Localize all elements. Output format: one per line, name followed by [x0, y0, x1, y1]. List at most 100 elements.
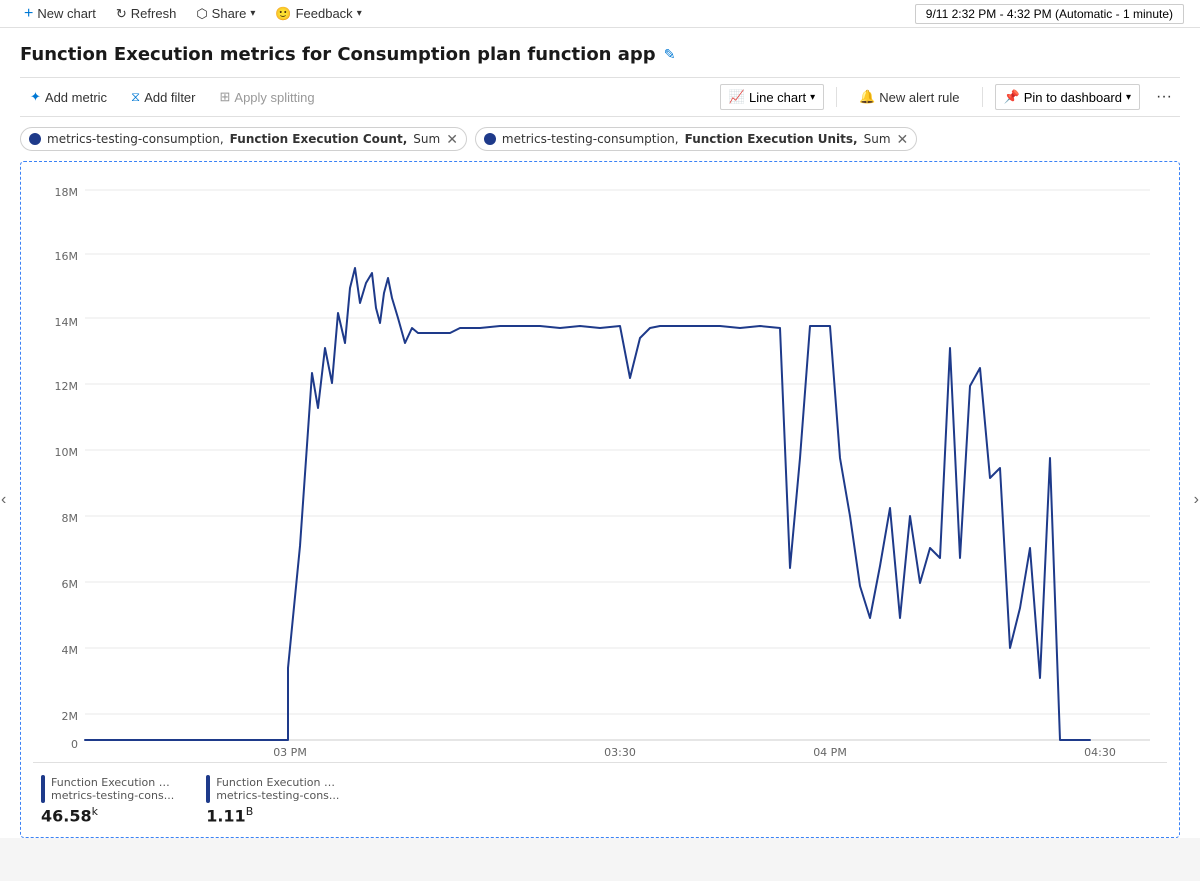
- svg-text:0: 0: [71, 738, 78, 751]
- refresh-label: Refresh: [131, 6, 177, 21]
- toolbar-divider: [836, 87, 837, 107]
- split-icon: ⊞: [220, 89, 231, 105]
- metric-tag-2: metrics-testing-consumption, Function Ex…: [475, 127, 917, 151]
- chart-nav-left[interactable]: ‹: [1, 491, 6, 509]
- svg-text:14M: 14M: [55, 316, 79, 329]
- svg-text:03:30: 03:30: [604, 746, 636, 758]
- apply-splitting-button[interactable]: ⊞ Apply splitting: [210, 85, 325, 109]
- bell-icon: 🔔: [859, 89, 875, 105]
- toolbar-divider-2: [982, 87, 983, 107]
- share-chevron-icon: ▾: [250, 8, 255, 19]
- legend-color-bar-2: [206, 775, 210, 803]
- svg-text:6M: 6M: [62, 578, 79, 591]
- page-container: Function Execution metrics for Consumpti…: [0, 28, 1200, 838]
- svg-text:12M: 12M: [55, 380, 79, 393]
- legend-value-unit-1: k: [92, 805, 98, 818]
- edit-icon[interactable]: ✎: [664, 47, 676, 63]
- apply-splitting-label: Apply splitting: [234, 90, 314, 105]
- chart-svg: 18M 16M 14M 12M 10M 8M 6M 4M 2M 0: [33, 178, 1167, 758]
- line-chart-icon: 📈: [729, 89, 745, 105]
- add-metric-icon: ✦: [30, 89, 41, 105]
- metric-tag-suffix-2: Sum: [864, 132, 891, 146]
- svg-text:2M: 2M: [62, 710, 79, 723]
- svg-text:10M: 10M: [55, 446, 79, 459]
- chart-type-chevron-icon: ▾: [810, 92, 815, 103]
- metric-tag-close-2[interactable]: ✕: [897, 132, 909, 146]
- new-alert-label: New alert rule: [879, 90, 959, 105]
- legend-color-bar-1: [41, 775, 45, 803]
- metric-tag-name-1: Function Execution Count,: [230, 132, 408, 146]
- chart-container: ‹ › 18M 16M 14M 12M 10M 8M 6M 4M 2M 0: [20, 161, 1180, 838]
- legend-value-2: 1.11B: [206, 805, 339, 825]
- toolbar-right: 📈 Line chart ▾ 🔔 New alert rule 📌 Pin to…: [720, 84, 1180, 110]
- add-metric-button[interactable]: ✦ Add metric: [20, 85, 117, 109]
- legend-labels-2: Function Execution U... metrics-testing-…: [216, 776, 339, 802]
- metric-tag-icon-2: [484, 133, 496, 145]
- legend-value-number-2: 1.11: [206, 806, 245, 825]
- share-icon: ⬡: [196, 6, 207, 22]
- time-range-label: 9/11 2:32 PM - 4:32 PM (Automatic - 1 mi…: [926, 7, 1173, 21]
- refresh-button[interactable]: ↻ Refresh: [108, 4, 184, 24]
- chart-nav-right[interactable]: ›: [1194, 491, 1199, 509]
- metric-tag-icon-1: [29, 133, 41, 145]
- legend-item-2-header: Function Execution U... metrics-testing-…: [206, 775, 339, 803]
- toolbar: ✦ Add metric ⧖ Add filter ⊞ Apply splitt…: [20, 77, 1180, 117]
- chart-type-button[interactable]: 📈 Line chart ▾: [720, 84, 824, 110]
- svg-text:04:30: 04:30: [1084, 746, 1116, 758]
- legend-sub-1: metrics-testing-cons...: [51, 789, 174, 802]
- legend-label-1: Function Execution C...: [51, 776, 171, 789]
- top-toolbar: + New chart ↻ Refresh ⬡ Share ▾ 🙂 Feedba…: [0, 0, 1200, 28]
- plus-icon: +: [24, 5, 33, 23]
- feedback-label: Feedback: [296, 6, 353, 21]
- page-title: Function Execution metrics for Consumpti…: [20, 44, 656, 65]
- svg-text:03 PM: 03 PM: [273, 746, 307, 758]
- legend-labels-1: Function Execution C... metrics-testing-…: [51, 776, 174, 802]
- legend-item-1-header: Function Execution C... metrics-testing-…: [41, 775, 174, 803]
- legend-value-1: 46.58k: [41, 805, 174, 825]
- metric-tag-prefix-1: metrics-testing-consumption,: [47, 132, 224, 146]
- feedback-chevron-icon: ▾: [357, 8, 362, 19]
- time-range-button[interactable]: 9/11 2:32 PM - 4:32 PM (Automatic - 1 mi…: [915, 4, 1184, 24]
- page-title-row: Function Execution metrics for Consumpti…: [20, 44, 1180, 65]
- feedback-button[interactable]: 🙂 Feedback ▾: [267, 4, 369, 24]
- more-options-button[interactable]: ···: [1148, 84, 1180, 110]
- share-button[interactable]: ⬡ Share ▾: [188, 4, 263, 24]
- svg-text:8M: 8M: [62, 512, 79, 525]
- legend-value-unit-2: B: [246, 805, 254, 818]
- pin-label: Pin to dashboard: [1024, 90, 1122, 105]
- new-alert-button[interactable]: 🔔 New alert rule: [849, 85, 969, 109]
- add-filter-label: Add filter: [144, 90, 195, 105]
- legend-value-number-1: 46.58: [41, 806, 92, 825]
- legend-area: Function Execution C... metrics-testing-…: [33, 762, 1167, 837]
- metric-tag-name-2: Function Execution Units,: [685, 132, 858, 146]
- metric-tag-suffix-1: Sum: [413, 132, 440, 146]
- svg-text:4M: 4M: [62, 644, 79, 657]
- toolbar-left: ✦ Add metric ⧖ Add filter ⊞ Apply splitt…: [20, 85, 325, 109]
- add-metric-label: Add metric: [45, 90, 107, 105]
- svg-text:18M: 18M: [55, 186, 79, 199]
- share-label: Share: [212, 6, 247, 21]
- chart-area: 18M 16M 14M 12M 10M 8M 6M 4M 2M 0: [33, 178, 1167, 758]
- legend-item-2: Function Execution U... metrics-testing-…: [206, 775, 339, 825]
- legend-sub-2: metrics-testing-cons...: [216, 789, 339, 802]
- top-toolbar-left: + New chart ↻ Refresh ⬡ Share ▾ 🙂 Feedba…: [16, 3, 370, 25]
- new-chart-button[interactable]: + New chart: [16, 3, 104, 25]
- add-filter-button[interactable]: ⧖ Add filter: [121, 85, 205, 109]
- pin-dashboard-button[interactable]: 📌 Pin to dashboard ▾: [995, 84, 1141, 110]
- feedback-icon: 🙂: [275, 6, 291, 22]
- svg-text:16M: 16M: [55, 250, 79, 263]
- refresh-icon: ↻: [116, 6, 127, 22]
- filter-icon: ⧖: [131, 89, 140, 105]
- more-icon: ···: [1156, 88, 1172, 105]
- svg-text:04 PM: 04 PM: [813, 746, 847, 758]
- metric-tag-1: metrics-testing-consumption, Function Ex…: [20, 127, 467, 151]
- metric-tag-close-1[interactable]: ✕: [446, 132, 458, 146]
- chart-type-label: Line chart: [749, 90, 806, 105]
- pin-icon: 📌: [1004, 89, 1020, 105]
- pin-chevron-icon: ▾: [1126, 92, 1131, 103]
- legend-label-2: Function Execution U...: [216, 776, 336, 789]
- metric-tags: metrics-testing-consumption, Function Ex…: [20, 127, 1180, 151]
- new-chart-label: New chart: [37, 6, 96, 21]
- metric-tag-prefix-2: metrics-testing-consumption,: [502, 132, 679, 146]
- legend-item-1: Function Execution C... metrics-testing-…: [41, 775, 174, 825]
